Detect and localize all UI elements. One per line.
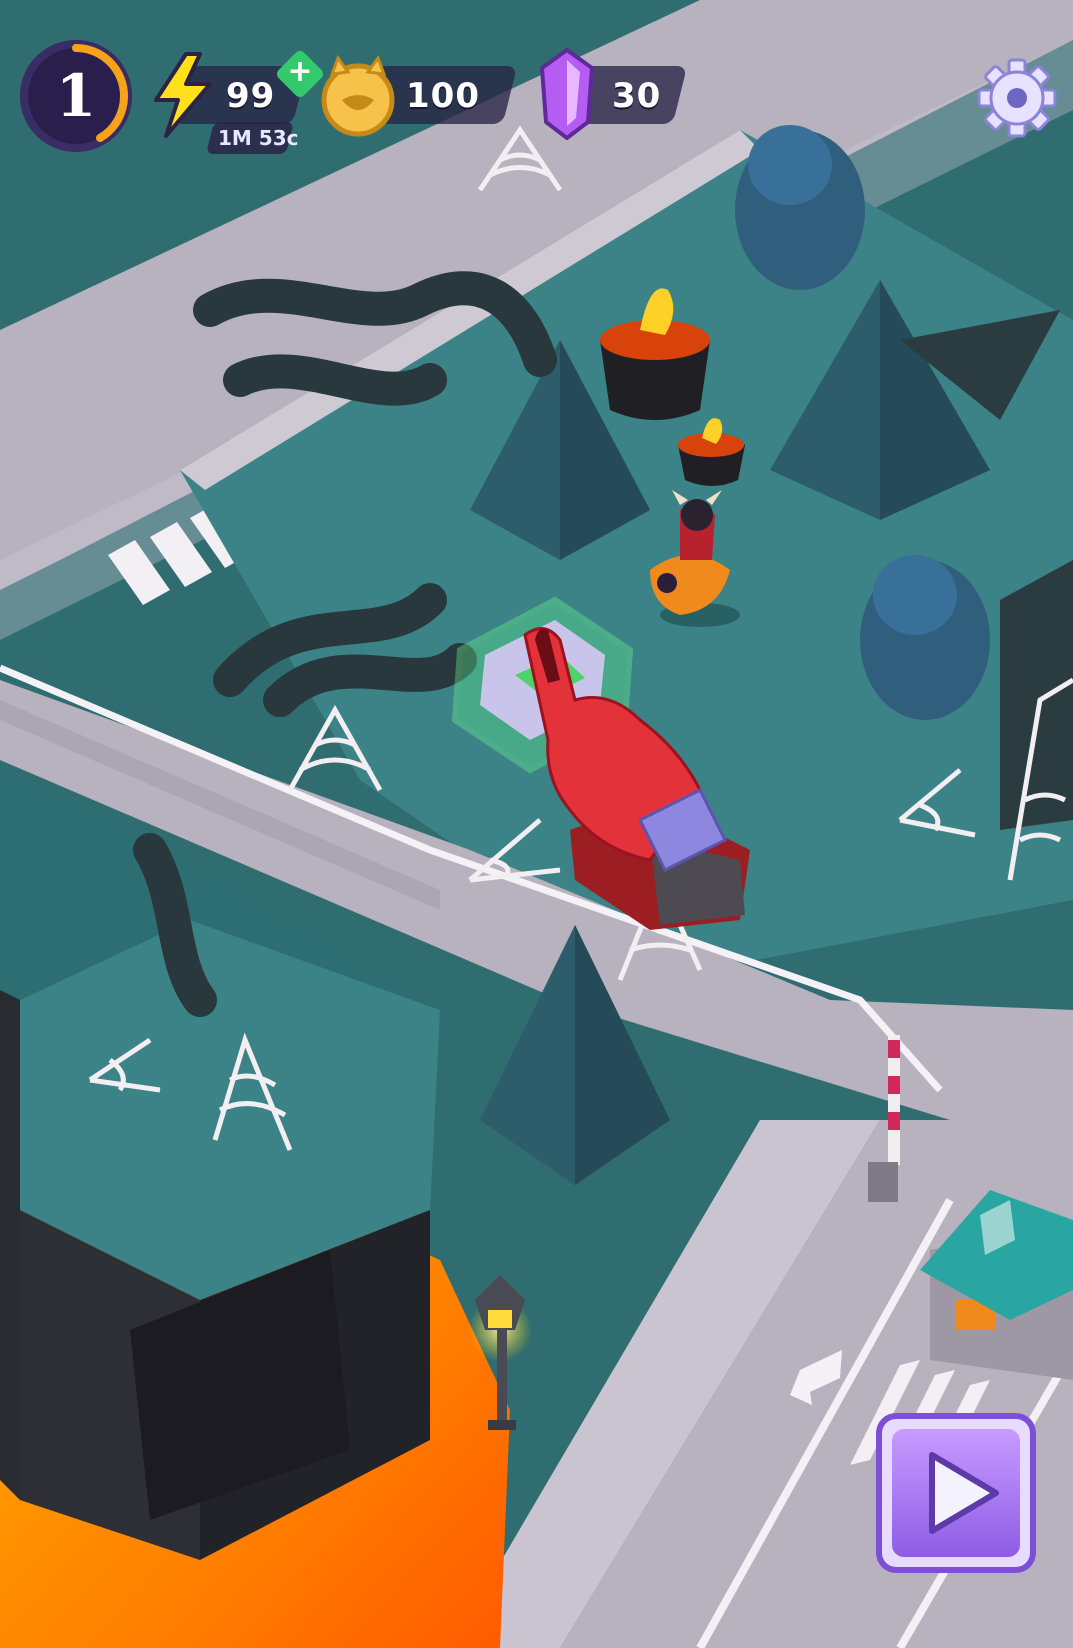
coins-value: 100 (406, 76, 480, 116)
energy-timer: 1M 53c (218, 126, 299, 150)
play-button[interactable] (876, 1413, 1036, 1573)
top-hud: 1 1M 53c 99 + 100 30 (0, 0, 1073, 170)
city-map-scene (0, 0, 1073, 1648)
level-number: 1 (55, 62, 97, 130)
demon-face-coin-icon (321, 54, 395, 137)
add-energy-plus: + (287, 54, 313, 89)
gear-icon[interactable] (975, 56, 1059, 140)
game-viewport[interactable]: 1 1M 53c 99 + 100 30 (0, 0, 1073, 1648)
energy-value: 99 (226, 76, 276, 116)
lightning-bolt-icon (154, 52, 212, 138)
purple-crystal-icon (540, 48, 594, 140)
gems-value: 30 (612, 76, 662, 116)
play-triangle-icon (929, 1452, 999, 1534)
rock-pillar (0, 920, 440, 1560)
